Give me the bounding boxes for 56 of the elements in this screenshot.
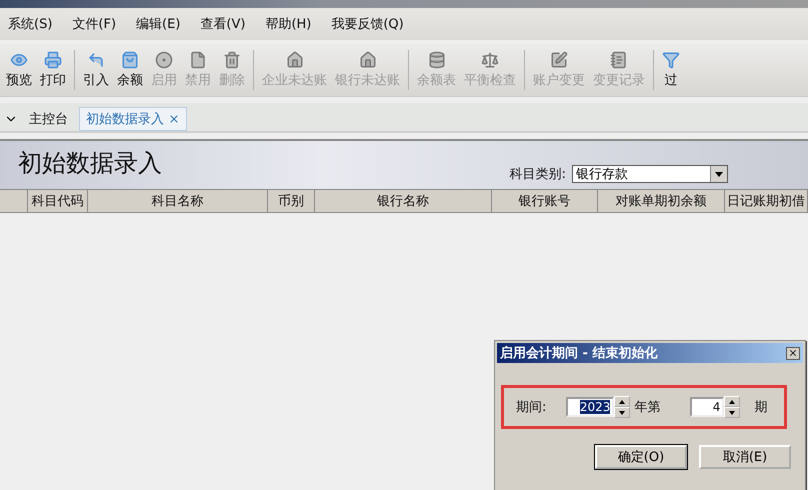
close-icon[interactable]: [168, 113, 180, 125]
period-field[interactable]: 4: [690, 397, 724, 417]
menu-item[interactable]: 系统(S): [8, 15, 52, 33]
field-label: 期: [754, 399, 768, 416]
circle-icon: [155, 51, 173, 69]
category-dropdown[interactable]: 银行存款: [572, 165, 728, 183]
column-header: 科目代码: [28, 190, 88, 212]
up-arrow-icon: [619, 400, 626, 404]
column-header: 科目名称: [88, 190, 268, 212]
dialog-button[interactable]: 确定(O): [595, 445, 687, 469]
printer-icon: [44, 51, 62, 69]
house-icon: [286, 51, 304, 69]
trash-icon: [223, 51, 241, 69]
spin-down-button[interactable]: [614, 407, 630, 418]
menu-item[interactable]: 查看(V): [200, 15, 246, 33]
return-arrow-icon: [87, 51, 105, 69]
column-header: 银行名称: [315, 190, 492, 212]
notepad-icon: [610, 51, 628, 69]
filter-icon: [662, 51, 680, 69]
spin-up-button[interactable]: [724, 396, 740, 407]
field-label: 年第: [634, 399, 660, 416]
toolbar-button[interactable]: 预览: [2, 51, 36, 89]
house-icon: [358, 51, 376, 69]
database-icon: [428, 51, 446, 69]
edit-icon: [550, 51, 568, 69]
column-header: 币别: [268, 190, 315, 212]
toolbar-button[interactable]: 余额: [113, 51, 147, 89]
up-arrow-icon: [729, 400, 736, 404]
toolbar-button[interactable]: 引入: [79, 51, 113, 89]
page-title: 初始数据录入: [18, 148, 162, 179]
column-header: 对账单期初余额: [598, 190, 725, 212]
menu-item[interactable]: 帮助(H): [265, 15, 312, 33]
down-arrow-icon: [619, 410, 626, 414]
dialog-button[interactable]: 取消(E): [699, 445, 791, 469]
menu-item[interactable]: 我要反馈(Q): [331, 15, 404, 33]
year-field[interactable]: 2023: [566, 397, 614, 417]
spin-down-button[interactable]: [724, 407, 740, 418]
down-arrow-icon: [729, 410, 736, 414]
spin-up-button[interactable]: [614, 396, 630, 407]
document-icon: [189, 51, 207, 69]
toolbar-button[interactable]: 过: [658, 51, 684, 89]
scale-icon: [481, 51, 499, 69]
field-label: 科目类别:: [510, 166, 566, 183]
bag-icon: [121, 51, 139, 69]
toolbar-button[interactable]: 打印: [36, 51, 70, 89]
tab[interactable]: 主控台: [22, 107, 75, 131]
eye-icon: [10, 51, 28, 69]
tab[interactable]: 初始数据录入: [79, 107, 187, 131]
close-button[interactable]: [786, 346, 800, 360]
close-icon: [788, 348, 798, 358]
menu-item[interactable]: 文件(F): [72, 15, 116, 33]
dialog-title: 启用会计期间 - 结束初始化: [500, 344, 658, 362]
column-header: 银行账号: [492, 190, 598, 212]
column-header: 日记账期初借: [725, 190, 808, 212]
field-label: 期间:: [516, 399, 546, 416]
menu-item[interactable]: 编辑(E): [136, 15, 180, 33]
